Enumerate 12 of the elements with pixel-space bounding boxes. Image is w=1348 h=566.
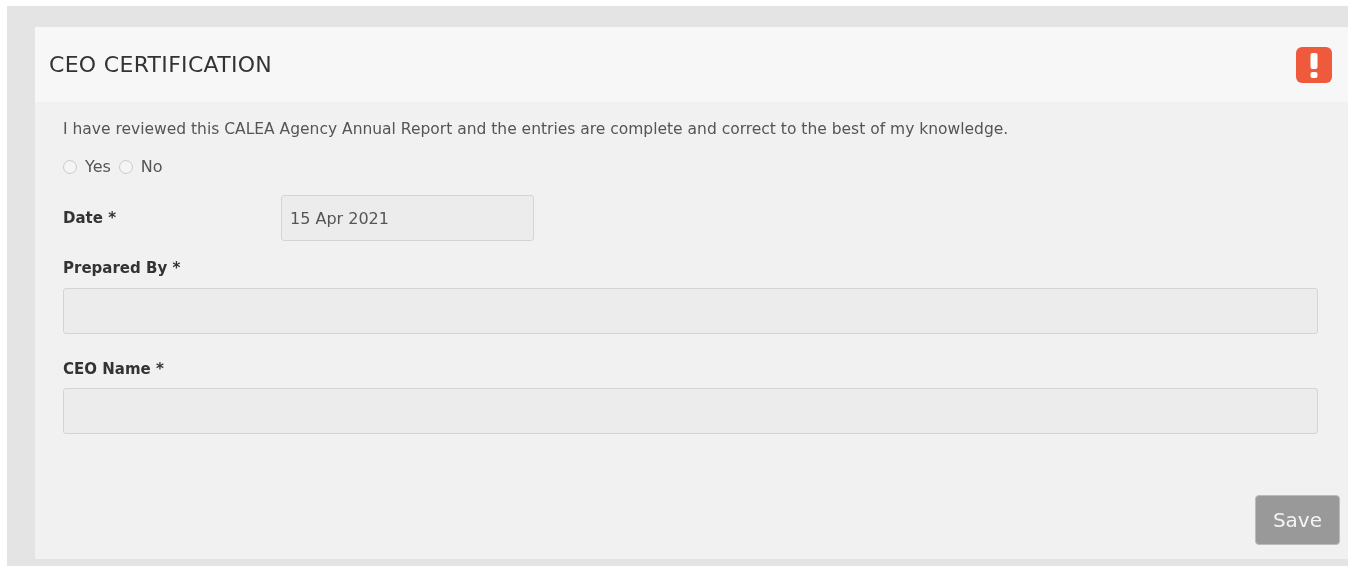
field-label: CEO Name * (63, 358, 165, 380)
field-label: Date * (63, 208, 117, 229)
input-field[interactable]: 15 Apr 2021 (281, 195, 534, 242)
radio-button[interactable] (118, 160, 133, 175)
input-field[interactable] (63, 287, 1318, 334)
input-field[interactable] (63, 388, 1318, 435)
radio-label: No (140, 156, 163, 179)
field-label: Prepared By * (63, 258, 182, 280)
panel-title: CEO CERTIFICATION (49, 51, 273, 79)
radio-button[interactable] (63, 160, 77, 175)
radio-label: Yes (85, 156, 111, 179)
certification-statement: I have reviewed this CALEA Agency Annual Report and the entries are complete and correct to the best of my knowledge. (63, 119, 1010, 140)
